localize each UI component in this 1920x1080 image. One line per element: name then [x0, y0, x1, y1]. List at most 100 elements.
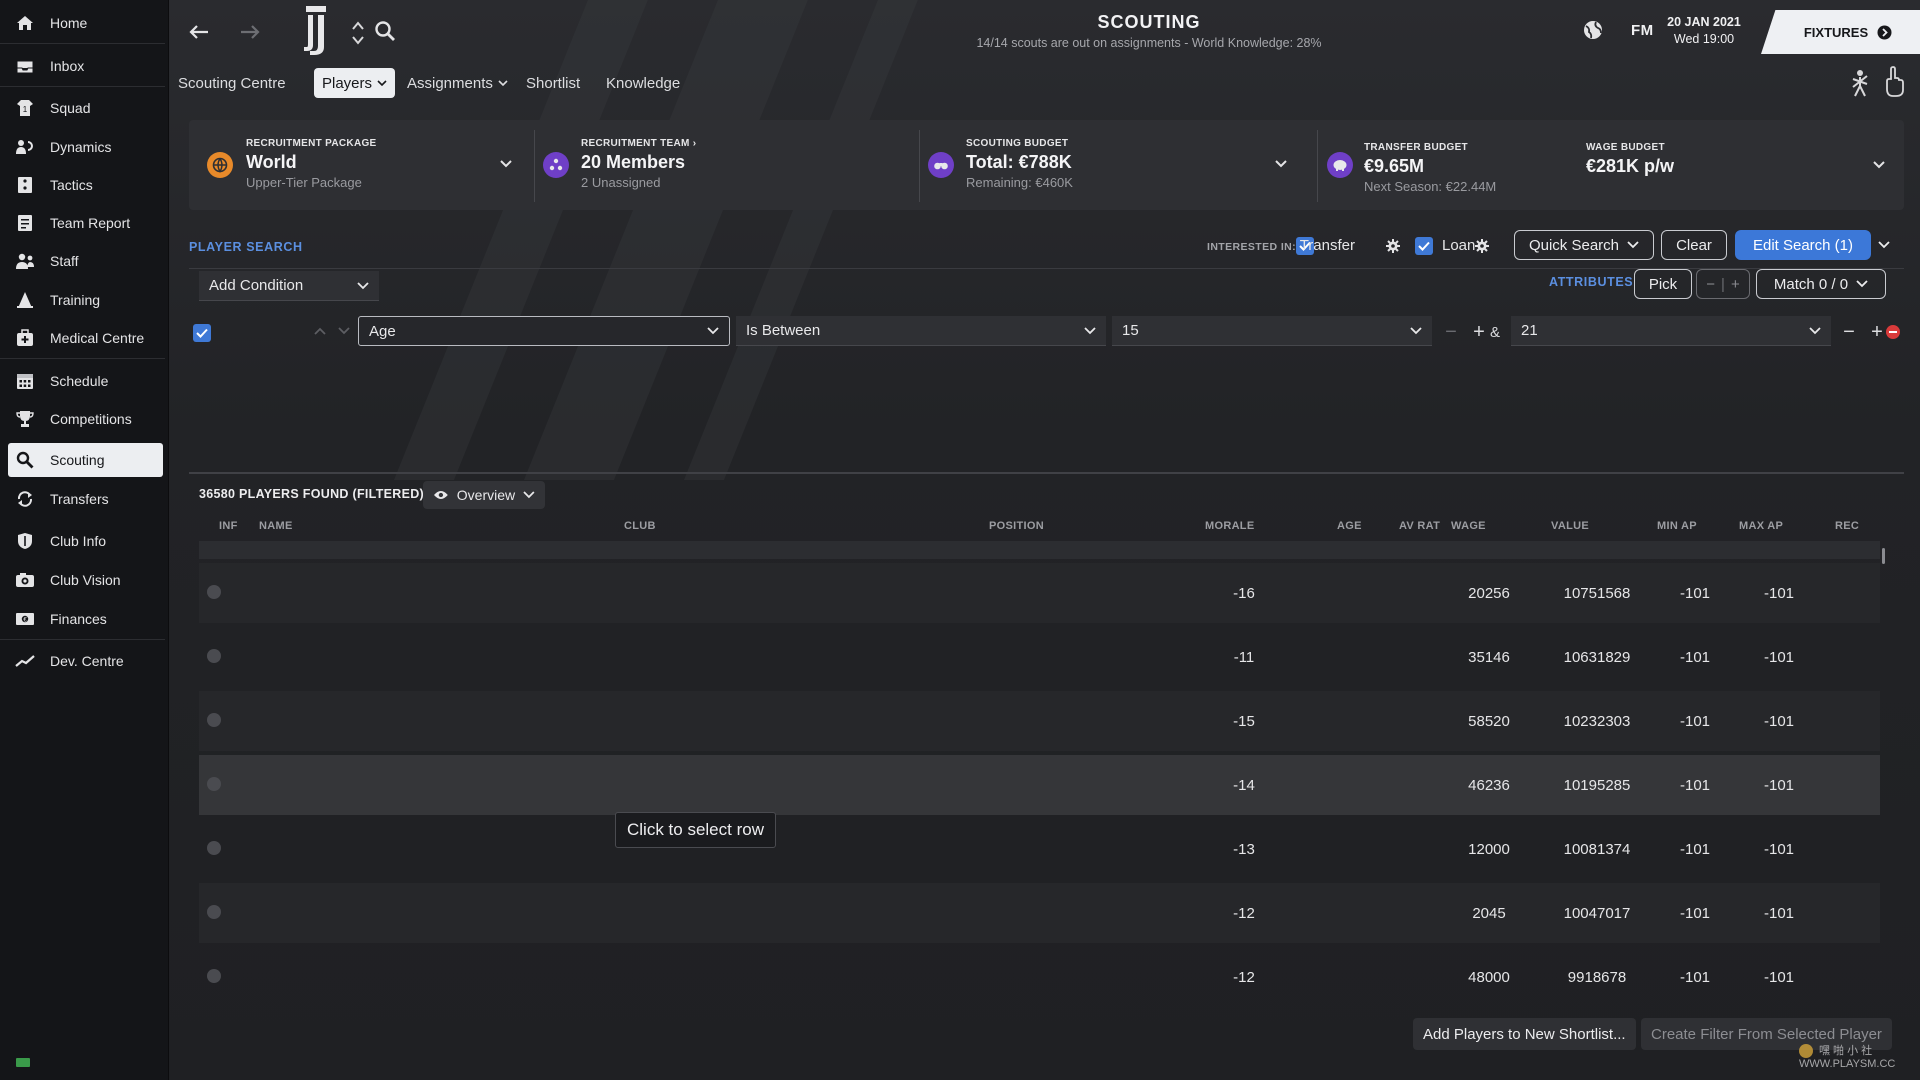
- chevron-down-icon: [1809, 326, 1821, 334]
- sidebar-item-squad[interactable]: 1 Squad: [8, 91, 163, 125]
- chevron-down-icon[interactable]: [1872, 160, 1886, 169]
- sidebar-item-club-info[interactable]: Club Info: [8, 524, 163, 558]
- scouting-budget[interactable]: SCOUTING BUDGET Total: €788K Remaining: …: [966, 138, 1073, 228]
- pointing-hand-button[interactable]: [1883, 66, 1905, 98]
- clear-button[interactable]: Clear: [1661, 230, 1727, 260]
- sidebar-item-dynamics[interactable]: Dynamics: [8, 130, 163, 164]
- sidebar-item-scouting[interactable]: Scouting: [8, 443, 163, 477]
- column-header-rec[interactable]: REC: [1835, 520, 1859, 532]
- move-up-icon[interactable]: [314, 327, 326, 335]
- condition-operator-dropdown[interactable]: Is Between: [736, 316, 1106, 346]
- sidebar-item-finances[interactable]: € Finances: [8, 602, 163, 636]
- medical-icon: [14, 328, 36, 348]
- min-increment-button[interactable]: +: [1467, 320, 1491, 344]
- max-decrement-button[interactable]: −: [1837, 320, 1861, 344]
- recruitment-package[interactable]: RECRUITMENT PACKAGE World Upper-Tier Pac…: [246, 138, 377, 228]
- row-select-icon[interactable]: [207, 649, 221, 663]
- tactics-icon: [14, 175, 36, 195]
- tab-shortlist[interactable]: Shortlist: [518, 68, 588, 98]
- row-select-icon[interactable]: [207, 969, 221, 983]
- sidebar-item-home[interactable]: Home: [8, 6, 163, 40]
- sidebar-item-transfers[interactable]: Transfers: [8, 482, 163, 516]
- sidebar-item-team-report[interactable]: Team Report: [8, 206, 163, 240]
- condition-enabled-checkbox[interactable]: [193, 324, 211, 342]
- column-header-position[interactable]: POSITION: [989, 520, 1044, 532]
- calendar-icon: [14, 371, 36, 391]
- column-header-name[interactable]: NAME: [259, 520, 293, 532]
- sidebar-item-schedule[interactable]: Schedule: [8, 364, 163, 398]
- table-row[interactable]: -15 58520 10232303 -101 -101: [199, 691, 1880, 751]
- condition-field-dropdown[interactable]: Age: [358, 316, 730, 346]
- back-button[interactable]: [185, 18, 213, 46]
- column-header-min-ap[interactable]: MIN AP: [1657, 520, 1697, 532]
- column-header-age[interactable]: AGE: [1337, 520, 1362, 532]
- sidebar-item-tactics[interactable]: Tactics: [8, 168, 163, 202]
- tab-knowledge[interactable]: Knowledge: [598, 68, 688, 98]
- game-date[interactable]: 20 JAN 2021 Wed 19:00: [1659, 14, 1749, 48]
- chevron-down-icon: [1410, 326, 1422, 334]
- column-header-club[interactable]: CLUB: [624, 520, 656, 532]
- row-select-icon[interactable]: [207, 777, 221, 791]
- column-header-value[interactable]: VALUE: [1551, 520, 1589, 532]
- table-row[interactable]: -13 12000 10081374 -101 -101: [199, 819, 1880, 879]
- edit-search-button[interactable]: Edit Search (1): [1735, 230, 1871, 260]
- date-label: 20 JAN 2021: [1667, 15, 1741, 29]
- min-age-dropdown[interactable]: 15: [1112, 316, 1432, 346]
- chevron-down-icon[interactable]: [499, 159, 513, 168]
- club-switcher[interactable]: [351, 19, 365, 47]
- move-down-icon[interactable]: [338, 327, 350, 335]
- scout-figure-button[interactable]: [1847, 68, 1873, 98]
- forward-button[interactable]: [236, 18, 264, 46]
- wage-budget[interactable]: WAGE BUDGET €281K p/w: [1586, 142, 1674, 232]
- column-header-inf[interactable]: INF: [219, 520, 238, 532]
- row-select-icon[interactable]: [207, 905, 221, 919]
- loan-checkbox[interactable]: [1415, 237, 1433, 255]
- loan-settings-button[interactable]: [1475, 239, 1489, 253]
- pick-button[interactable]: Pick: [1634, 269, 1692, 299]
- quick-search-dropdown[interactable]: Quick Search: [1514, 230, 1654, 260]
- sidebar-item-staff[interactable]: Staff: [8, 244, 163, 278]
- tab-assignments[interactable]: Assignments: [399, 68, 516, 98]
- club-crest-logo[interactable]: [300, 5, 332, 57]
- max-age-dropdown[interactable]: 21: [1511, 316, 1831, 346]
- transfer-settings-button[interactable]: [1386, 239, 1400, 253]
- sidebar-item-inbox[interactable]: Inbox: [8, 49, 163, 83]
- sidebar-item-training[interactable]: Training: [8, 283, 163, 317]
- row-select-icon[interactable]: [207, 841, 221, 855]
- table-row[interactable]: -12 48000 9918678 -101 -101: [199, 947, 1880, 1007]
- view-dropdown[interactable]: Overview: [423, 481, 545, 509]
- min-decrement-button[interactable]: −: [1439, 320, 1463, 344]
- table-row[interactable]: -14 46236 10195285 -101 -101: [199, 755, 1880, 815]
- fixtures-button[interactable]: FIXTURES: [1761, 10, 1920, 54]
- add-to-new-shortlist-button[interactable]: Add Players to New Shortlist...: [1413, 1018, 1636, 1050]
- column-header-av-rat[interactable]: AV RAT: [1399, 520, 1440, 532]
- table-row[interactable]: -16 20256 10751568 -101 -101: [199, 563, 1880, 623]
- global-search-button[interactable]: [374, 20, 398, 44]
- table-row[interactable]: -12 2045 10047017 -101 -101: [199, 883, 1880, 943]
- table-scrollbar[interactable]: [1882, 548, 1885, 564]
- remove-condition-button[interactable]: [1886, 325, 1900, 339]
- sidebar-item-competitions[interactable]: Competitions: [8, 402, 163, 436]
- world-button[interactable]: [1582, 19, 1606, 43]
- tab-players[interactable]: Players: [314, 68, 396, 98]
- row-select-icon[interactable]: [207, 585, 221, 599]
- recruitment-team-label-text: RECRUITMENT TEAM: [581, 138, 690, 149]
- divider: [189, 472, 1904, 474]
- column-header-wage[interactable]: WAGE: [1451, 520, 1486, 532]
- add-condition-dropdown[interactable]: Add Condition: [199, 271, 379, 301]
- column-header-morale[interactable]: MORALE: [1205, 520, 1254, 532]
- sidebar-item-medical-centre[interactable]: Medical Centre: [8, 321, 163, 355]
- fm-logo[interactable]: FM: [1631, 22, 1654, 39]
- attribute-stepper[interactable]: − | +: [1696, 269, 1750, 299]
- chevron-down-icon[interactable]: [1274, 159, 1288, 168]
- sidebar-item-club-vision[interactable]: Club Vision: [8, 563, 163, 597]
- tab-scouting-centre[interactable]: Scouting Centre: [170, 68, 294, 98]
- column-header-max-ap[interactable]: MAX AP: [1739, 520, 1783, 532]
- transfer-budget[interactable]: TRANSFER BUDGET €9.65M Next Season: €22.…: [1364, 142, 1496, 232]
- chevron-down-icon[interactable]: [1878, 241, 1890, 249]
- table-row[interactable]: -11 35146 10631829 -101 -101: [199, 627, 1880, 687]
- recruitment-team[interactable]: RECRUITMENT TEAM › 20 Members 2 Unassign…: [581, 138, 696, 228]
- row-select-icon[interactable]: [207, 713, 221, 727]
- sidebar-item-dev-centre[interactable]: Dev. Centre: [8, 644, 163, 678]
- match-dropdown[interactable]: Match 0 / 0: [1756, 269, 1886, 299]
